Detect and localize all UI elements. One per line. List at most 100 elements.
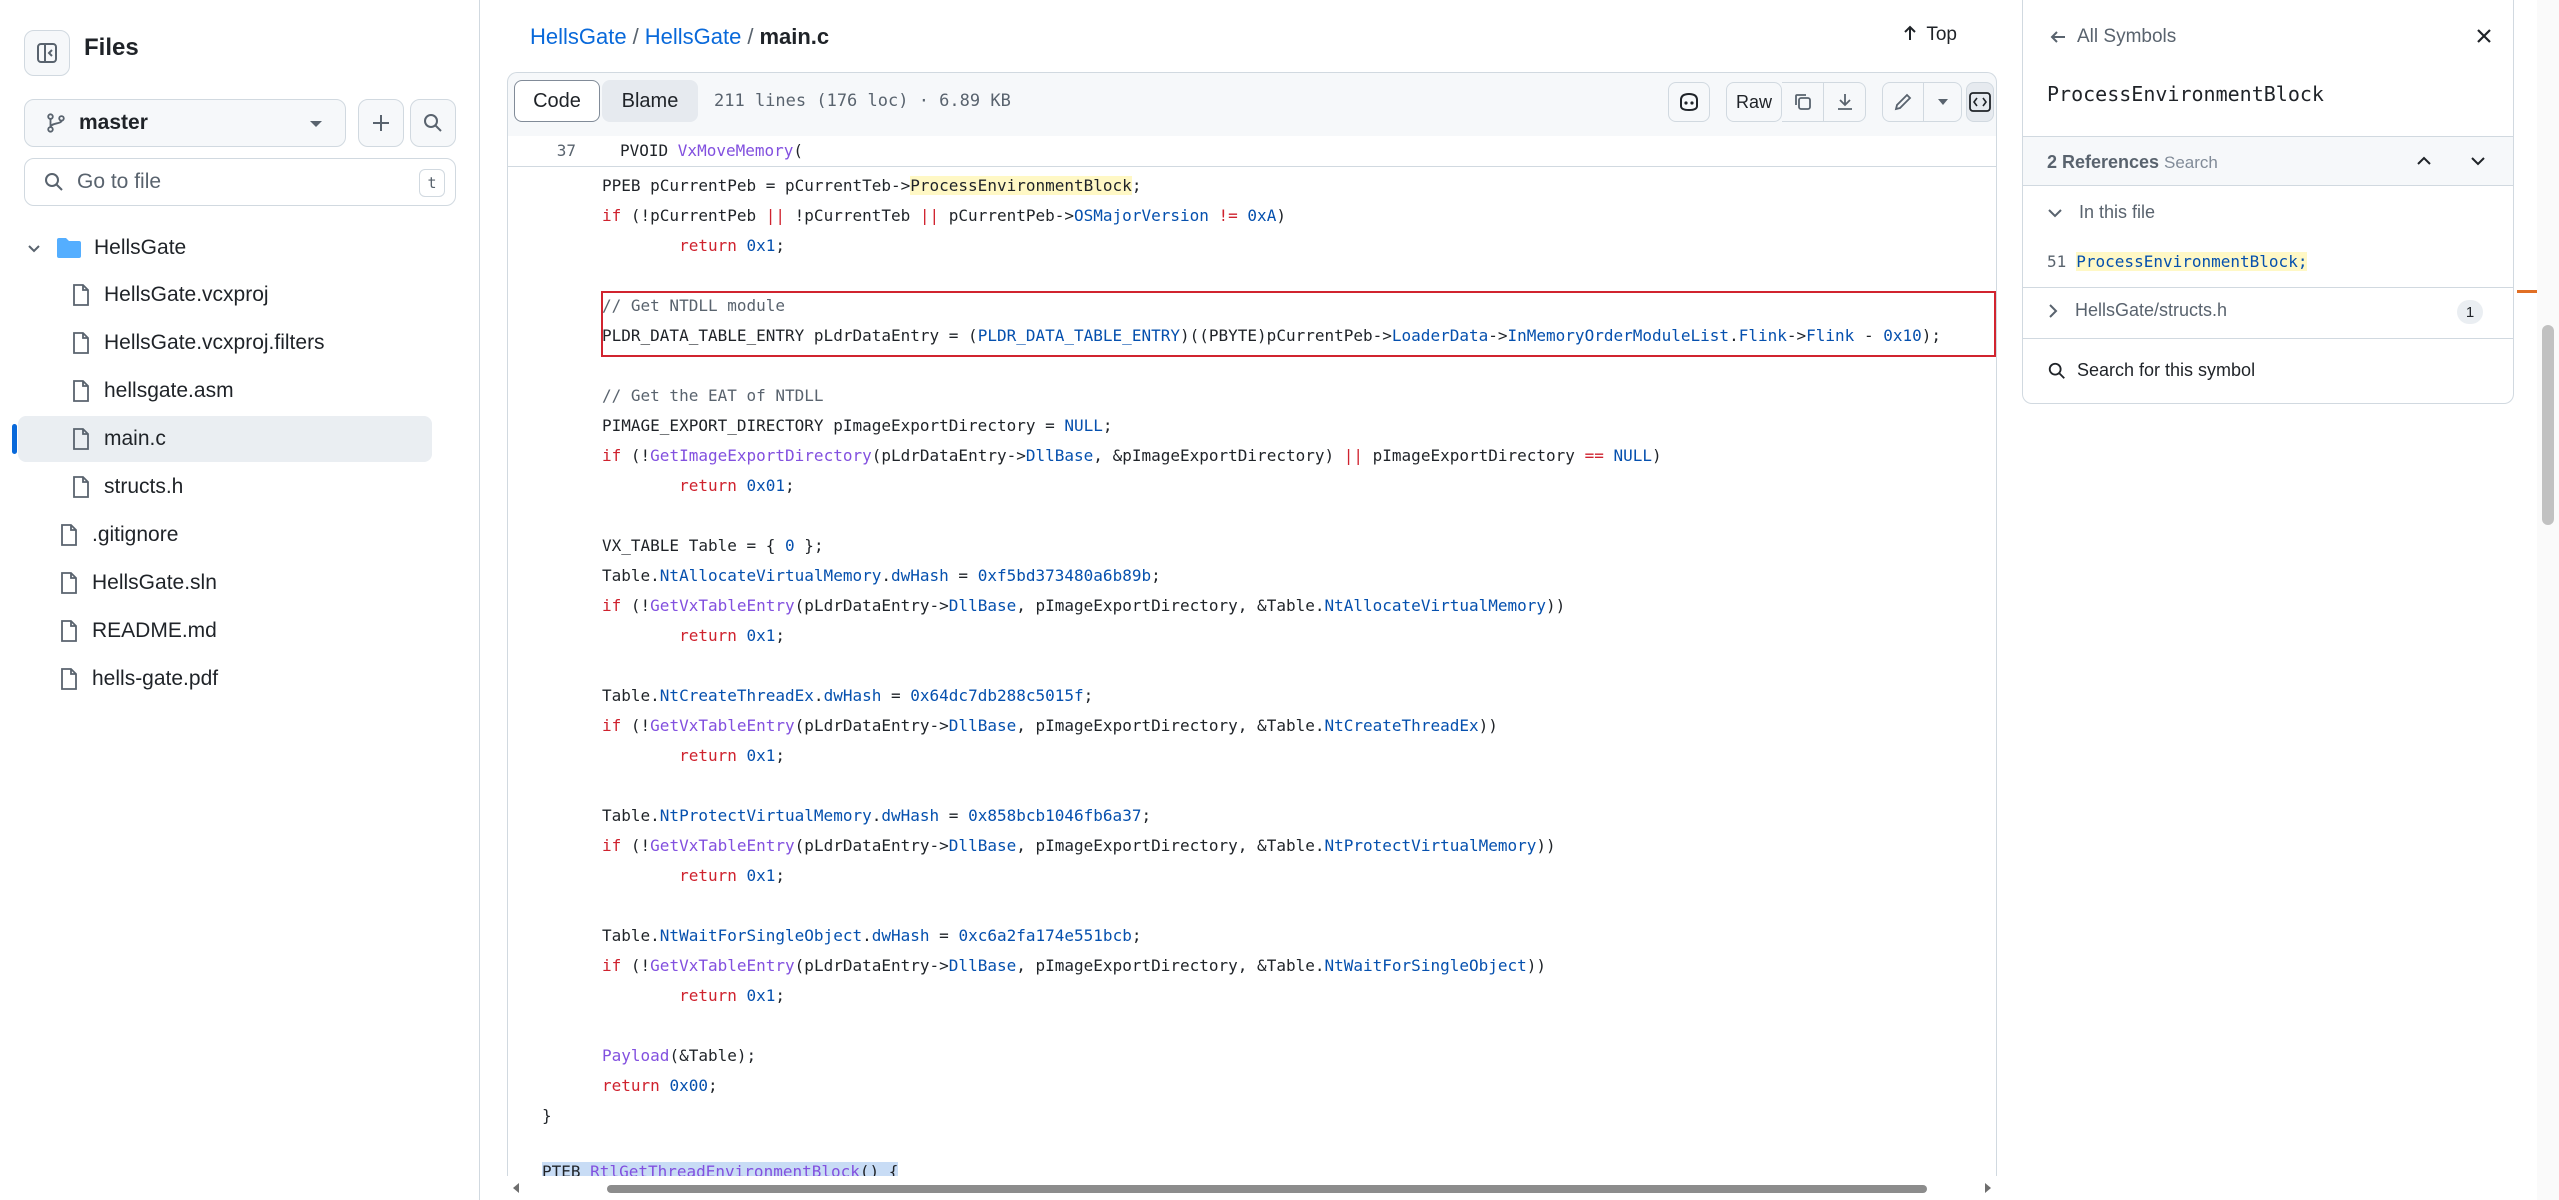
breadcrumb-repo-link[interactable]: HellsGate xyxy=(530,24,627,49)
code-view: HellsGate / HellsGate / main.c Top Code Blam… xyxy=(481,0,1999,1200)
symbol-name: ProcessEnvironmentBlock xyxy=(2047,82,2324,106)
code-line: } xyxy=(542,1106,552,1125)
search-icon xyxy=(45,173,63,191)
divider xyxy=(2023,287,2513,288)
close-panel-button[interactable] xyxy=(2475,24,2493,52)
tree-file-asm[interactable]: hellsgate.asm xyxy=(18,368,432,414)
horizontal-scroll-thumb[interactable] xyxy=(607,1185,1927,1193)
breadcrumb-sep: / xyxy=(632,24,639,49)
copy-raw-button[interactable] xyxy=(1782,82,1824,122)
file-icon xyxy=(61,620,77,642)
file-tree-sidebar: Files master Go to file t HellsGate Hell… xyxy=(0,0,480,1200)
sticky-code-text: PVOID xyxy=(620,141,678,160)
in-this-file-toggle[interactable]: In this file xyxy=(2047,202,2155,223)
caret-down-icon xyxy=(1937,99,1948,105)
other-file-toggle[interactable]: HellsGate/structs.h 1 xyxy=(2047,300,2507,324)
tree-file-gitignore[interactable]: .gitignore xyxy=(18,512,432,558)
overview-ruler-mark xyxy=(2517,290,2537,293)
add-file-button[interactable] xyxy=(358,99,404,147)
collapse-sidebar-button[interactable] xyxy=(24,30,70,76)
search-files-button[interactable] xyxy=(410,99,456,147)
top-button[interactable]: Top xyxy=(1902,24,1957,46)
tree-label: HellsGate.vcxproj.filters xyxy=(104,331,325,354)
tree-file-sln[interactable]: HellsGate.sln xyxy=(18,560,432,606)
reference-line-number: 51 xyxy=(2047,252,2067,271)
code-line: Table.NtAllocateVirtualMemory.dwHash = 0… xyxy=(602,566,1161,585)
copy-icon xyxy=(1794,94,1811,110)
sidebar-collapse-icon xyxy=(37,43,57,63)
tree-label: .gitignore xyxy=(92,523,179,546)
branch-selector[interactable]: master xyxy=(24,99,346,147)
code-line: // Get NTDLL module xyxy=(602,296,786,315)
edit-options-button[interactable] xyxy=(1924,82,1962,122)
search-symbol-button[interactable]: Search for this symbol xyxy=(2047,360,2255,381)
other-file-count: 1 xyxy=(2457,300,2483,324)
tab-blame[interactable]: Blame xyxy=(602,80,698,122)
chevron-down-icon[interactable] xyxy=(2469,153,2487,169)
code-line: PIMAGE_EXPORT_DIRECTORY pImageExportDire… xyxy=(602,416,1113,435)
code-line: return 0x00; xyxy=(602,1076,718,1095)
tree-file-main-c[interactable]: main.c xyxy=(12,416,432,462)
files-title: Files xyxy=(84,34,139,61)
code-line: if (!GetVxTableEntry(pLdrDataEntry->DllB… xyxy=(602,716,1498,735)
tree-file-pdf[interactable]: hells-gate.pdf xyxy=(18,656,432,702)
symbols-panel-button[interactable] xyxy=(1966,82,1994,122)
file-icon xyxy=(73,476,89,498)
code-line: if (!GetVxTableEntry(pLdrDataEntry->DllB… xyxy=(602,836,1556,855)
code-line: return 0x1; xyxy=(679,866,786,885)
download-button[interactable] xyxy=(1824,82,1866,122)
scroll-right-icon xyxy=(1985,1183,1991,1193)
selected-indicator xyxy=(12,424,17,454)
breadcrumb-sep: / xyxy=(747,24,754,49)
arrow-up-icon xyxy=(1904,25,1917,40)
copilot-button[interactable] xyxy=(1668,82,1710,122)
code-area: 37 PVOID VxMoveMemory( PPEB pCurrentPeb … xyxy=(507,136,1997,1200)
chevron-up-icon[interactable] xyxy=(2415,153,2433,169)
page-scrollbar[interactable] xyxy=(2537,0,2559,1200)
file-icon xyxy=(61,572,77,594)
breadcrumb-dir-link[interactable]: HellsGate xyxy=(645,24,742,49)
reference-item[interactable]: 51 ProcessEnvironmentBlock; xyxy=(2047,252,2308,271)
tree-file-vcxproj-filters[interactable]: HellsGate.vcxproj.filters xyxy=(18,320,432,366)
code-line: return 0x01; xyxy=(679,476,795,495)
other-file-label: HellsGate/structs.h xyxy=(2075,300,2228,320)
tree-file-readme[interactable]: README.md xyxy=(18,608,432,654)
references-search[interactable]: Search xyxy=(2164,153,2218,173)
horizontal-scrollbar[interactable] xyxy=(507,1176,1997,1200)
copilot-icon xyxy=(1680,92,1698,112)
search-symbol-label: Search for this symbol xyxy=(2077,360,2256,380)
page-scroll-thumb[interactable] xyxy=(2542,325,2554,525)
tree-file-structs-h[interactable]: structs.h xyxy=(18,464,432,510)
chevron-down-icon xyxy=(28,245,40,253)
go-to-file-input[interactable]: Go to file t xyxy=(24,158,456,206)
shortcut-key: t xyxy=(419,169,445,197)
code-line: PPEB pCurrentPeb = pCurrentTeb->ProcessE… xyxy=(602,176,1142,195)
tree-label: main.c xyxy=(104,427,166,450)
in-this-file-label: In this file xyxy=(2079,202,2156,222)
file-icon xyxy=(73,428,89,450)
caret-down-icon xyxy=(310,121,322,127)
file-toolbar: Code Blame 211 lines (176 loc) · 6.89 KB… xyxy=(507,72,1997,136)
edit-button[interactable] xyxy=(1882,82,1924,122)
tree-file-vcxproj[interactable]: HellsGate.vcxproj xyxy=(18,272,432,318)
branch-name: master xyxy=(79,111,148,134)
file-icon xyxy=(73,332,89,354)
code-line: return 0x1; xyxy=(679,746,786,765)
code-line: return 0x1; xyxy=(679,626,786,645)
tab-code[interactable]: Code xyxy=(514,80,600,122)
raw-button[interactable]: Raw xyxy=(1726,82,1782,122)
tree-folder-hellsgate[interactable]: HellsGate xyxy=(18,225,432,271)
all-symbols-link[interactable]: All Symbols xyxy=(2049,26,2176,48)
plus-icon xyxy=(373,115,389,131)
symbols-panel: All Symbols ProcessEnvironmentBlock 2 Re… xyxy=(2022,0,2514,404)
sticky-code: PVOID VxMoveMemory( xyxy=(620,136,803,166)
file-icon xyxy=(61,668,77,690)
all-symbols-label: All Symbols xyxy=(2077,26,2177,47)
tree-label: hellsgate.asm xyxy=(104,379,234,402)
code-line: VX_TABLE Table = { 0 }; xyxy=(602,536,824,555)
pencil-icon xyxy=(1894,93,1912,111)
close-icon xyxy=(2477,29,2491,43)
breadcrumb-current-file: main.c xyxy=(759,24,830,49)
chevron-right-icon xyxy=(2049,303,2058,318)
sticky-code-fn: VxMoveMemory xyxy=(677,141,794,160)
